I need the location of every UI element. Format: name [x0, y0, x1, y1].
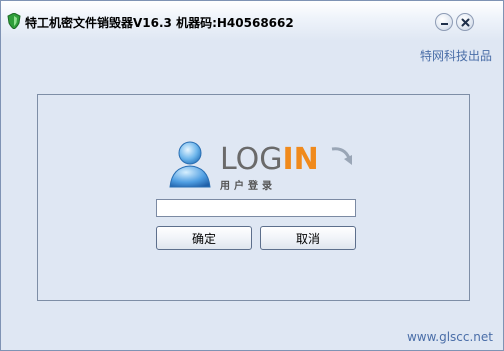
user-icon — [169, 141, 211, 188]
brand-label: 特网科技出品 — [419, 49, 492, 63]
login-logo: LOGIN 用户登录 — [166, 135, 366, 195]
login-text: LOGIN — [220, 142, 319, 175]
close-icon — [461, 18, 470, 27]
ok-button[interactable]: 确定 — [156, 226, 252, 250]
website-url: www.glscc.net — [406, 330, 493, 344]
app-window: 特工机密文件销毁器V16.3 机器码:H40568662 特网科技出品 LOGI… — [0, 0, 504, 351]
login-wordmark: LOGIN — [220, 142, 352, 175]
title-bar[interactable]: 特工机密文件销毁器V16.3 机器码:H40568662 — [1, 1, 503, 41]
password-field[interactable] — [156, 199, 356, 217]
window-title: 特工机密文件销毁器V16.3 机器码:H40568662 — [25, 16, 294, 30]
login-panel: LOGIN 用户登录 确定 取消 — [37, 94, 470, 301]
shield-icon — [7, 12, 21, 30]
minimize-button[interactable] — [435, 13, 453, 31]
cancel-button[interactable]: 取消 — [260, 226, 356, 250]
minimize-icon — [441, 23, 448, 25]
login-subtitle: 用户登录 — [220, 181, 276, 192]
close-button[interactable] — [456, 13, 474, 31]
